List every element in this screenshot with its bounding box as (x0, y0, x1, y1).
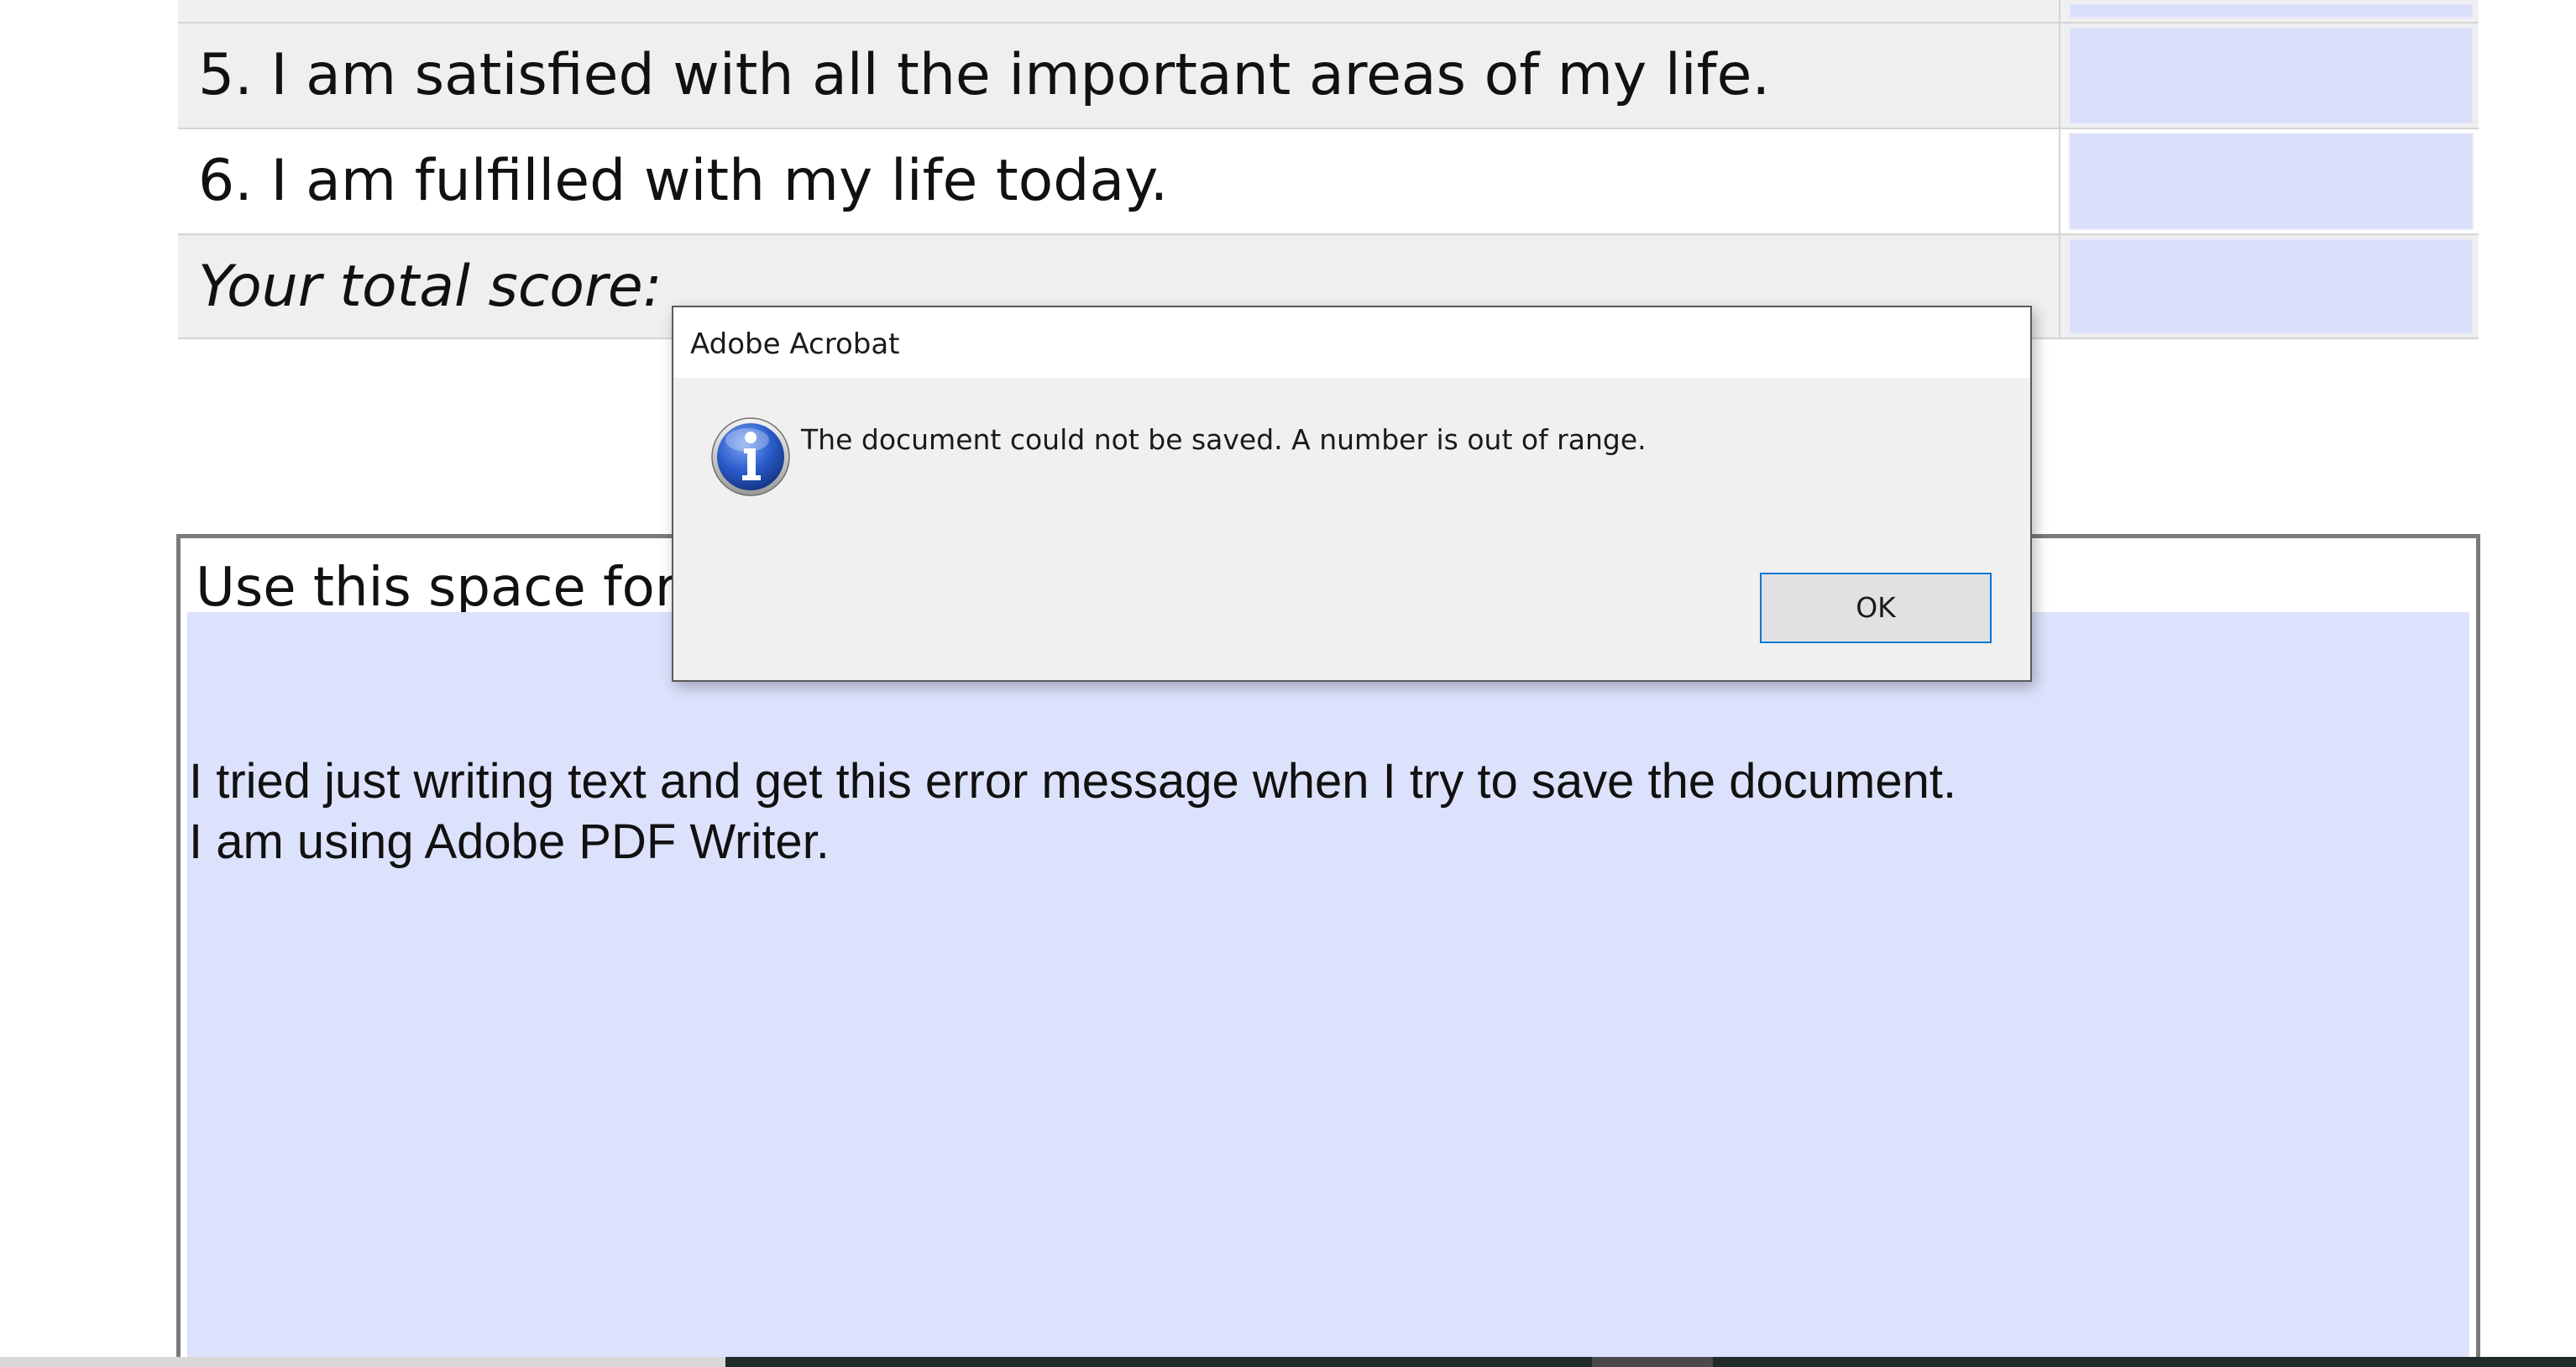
pdf-page: 5. I am satisfied with all the important… (0, 0, 2576, 1367)
column-divider (2059, 235, 2060, 338)
column-divider (2059, 0, 2060, 22)
question-label-6: 6. I am fulfilled with my life today. (198, 148, 1169, 214)
error-dialog: Adobe Acrobat The document could not be … (672, 306, 2032, 682)
total-score-field[interactable] (2069, 238, 2474, 334)
comments-text-line: I am using Adobe PDF Writer. (189, 814, 830, 869)
taskbar-strip (0, 1357, 2576, 1367)
column-divider (2059, 129, 2060, 233)
column-divider (2059, 24, 2060, 128)
table-row-partial (178, 0, 2479, 24)
table-row: 5. I am satisfied with all the important… (178, 24, 2479, 129)
comments-text-field[interactable]: I tried just writing text and get this e… (187, 612, 2469, 1367)
dialog-titlebar: Adobe Acrobat (673, 307, 2030, 378)
table-row: 6. I am fulfilled with my life today. (178, 129, 2479, 235)
total-score-label: Your total score: (198, 254, 662, 320)
score-field-5[interactable] (2069, 27, 2474, 124)
info-icon (711, 417, 790, 496)
dialog-title: Adobe Acrobat (690, 327, 900, 361)
comments-text-line: I tried just writing text and get this e… (189, 754, 1957, 809)
taskbar-highlight-segment (1592, 1357, 1713, 1367)
ok-button[interactable]: OK (1760, 573, 1992, 643)
dialog-message: The document could not be saved. A numbe… (801, 423, 1647, 456)
score-field-6[interactable] (2069, 133, 2474, 230)
score-field-4[interactable] (2069, 3, 2474, 18)
question-label-5: 5. I am satisfied with all the important… (198, 42, 1771, 108)
